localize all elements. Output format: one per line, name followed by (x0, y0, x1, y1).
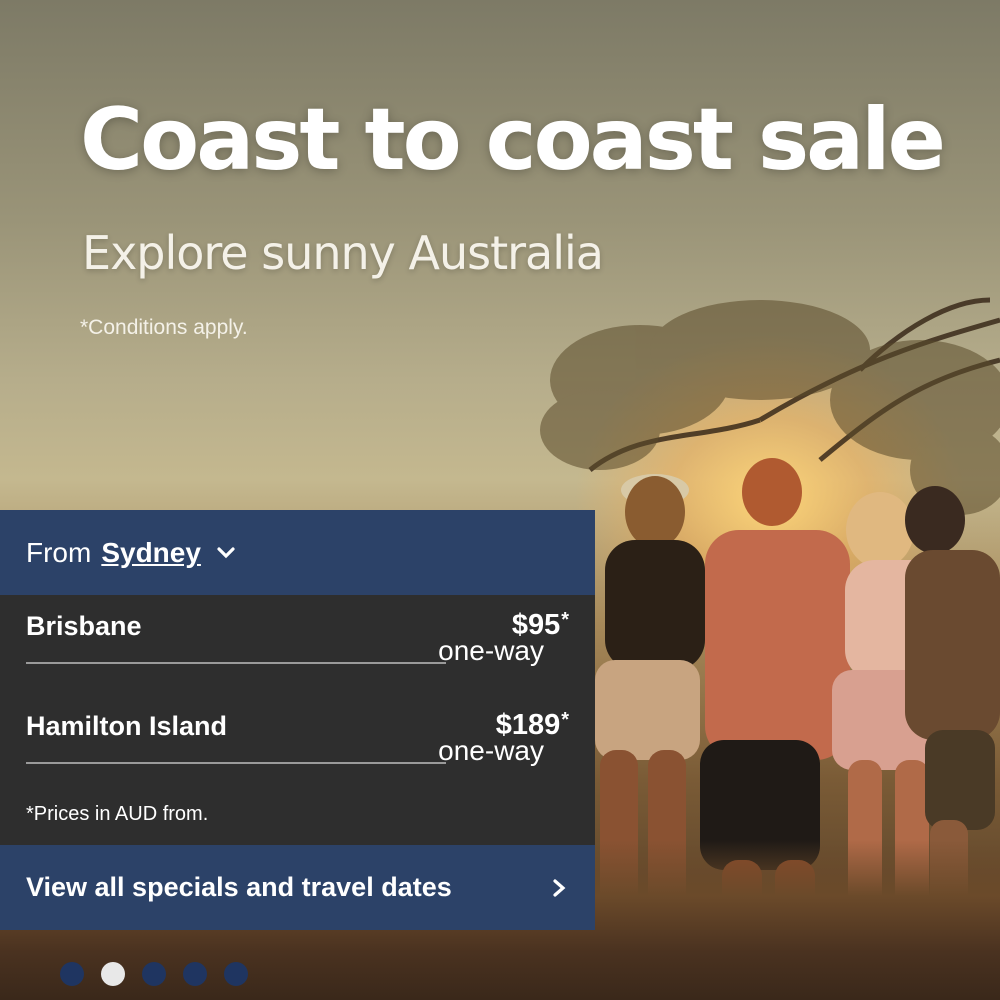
carousel-dot[interactable] (224, 962, 248, 986)
conditions-note: *Conditions apply. (80, 316, 248, 339)
fare-destination[interactable]: Brisbane (26, 611, 142, 642)
fare-price-asterisk: * (561, 709, 569, 731)
fare-divider (26, 762, 446, 764)
fare-type: one-way (438, 735, 544, 766)
chevron-right-icon (553, 878, 566, 897)
fares-panel: From Sydney Brisbane $95* one-way Hamilt… (0, 510, 595, 930)
carousel-dots (60, 962, 248, 986)
origin-selector[interactable]: From Sydney (0, 510, 595, 595)
fare-destination[interactable]: Hamilton Island (26, 711, 227, 742)
carousel-dot[interactable] (60, 962, 84, 986)
carousel-dot[interactable] (183, 962, 207, 986)
view-specials-label: View all specials and travel dates (26, 872, 452, 902)
view-specials-button[interactable]: View all specials and travel dates (0, 845, 595, 930)
fare-row[interactable]: Brisbane $95* one-way (26, 595, 569, 695)
headline: Coast to coast sale (80, 90, 946, 190)
chevron-down-icon[interactable] (217, 544, 235, 562)
fare-divider (26, 662, 446, 664)
fare-type: one-way (438, 635, 544, 666)
origin-prefix: From (26, 536, 92, 568)
promo-banner: Coast to coast sale Explore sunny Austra… (0, 0, 1000, 1000)
origin-city-link[interactable]: Sydney (101, 537, 201, 569)
price-footnote: *Prices in AUD from. (26, 803, 209, 825)
fares-list: Brisbane $95* one-way Hamilton Island $1… (0, 595, 595, 845)
carousel-dot[interactable] (142, 962, 166, 986)
fare-row[interactable]: Hamilton Island $189* one-way (26, 695, 569, 795)
fare-price-asterisk: * (561, 609, 569, 631)
subheadline: Explore sunny Australia (82, 226, 604, 280)
carousel-dot[interactable] (101, 962, 125, 986)
